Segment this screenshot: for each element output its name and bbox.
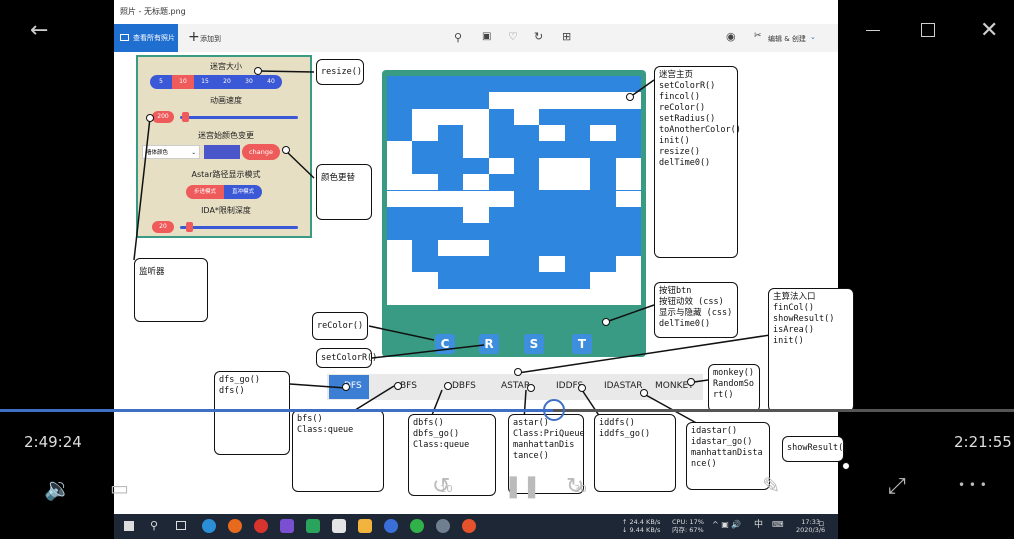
video-player: ← ✕ 照片 - 无标题.png 查看所有照片 + 添加到 ⚲ ▣ ♡ ↻ ⊞ …	[0, 0, 1014, 539]
skip-back-label: 10	[440, 484, 453, 495]
netease-music-icon[interactable]	[254, 519, 268, 533]
subtitles-icon[interactable]: ▭	[110, 476, 129, 500]
connector-dot	[626, 93, 634, 101]
edge-icon[interactable]	[202, 519, 216, 533]
connector-dot	[342, 383, 350, 391]
mem-usage: 内存: 67%	[672, 526, 704, 534]
connector-dot	[254, 67, 262, 75]
pen-icon[interactable]: ✎	[762, 474, 780, 499]
note-dfs-go: dfs_go() dfs()	[214, 371, 290, 455]
note-buttons: 按钮btn 按钮动效 (css) 显示与隐藏 (css) delTime0()	[654, 282, 738, 338]
skip-forward-label: 30	[574, 484, 587, 495]
net-down: ↓ 9.44 KB/s	[622, 526, 661, 534]
task-view-icon[interactable]	[176, 521, 186, 530]
start-icon[interactable]	[124, 521, 134, 531]
keyboard-icon[interactable]: ⌨	[772, 521, 784, 529]
pause-icon[interactable]: ❚❚	[504, 474, 541, 499]
note-recolor: reColor()	[312, 312, 368, 340]
progress-thumb[interactable]	[543, 399, 565, 421]
photos-window: 照片 - 无标题.png 查看所有照片 + 添加到 ⚲ ▣ ♡ ↻ ⊞ ◉ ✂ …	[114, 0, 854, 514]
folder-icon[interactable]	[358, 519, 372, 533]
note-maze-home: 迷宫主页 setColorR() fincol() reColor() setR…	[654, 66, 741, 258]
note-color-change: 颜色更替	[316, 164, 372, 220]
fullscreen-icon[interactable]: ⤢	[888, 474, 906, 499]
system-stats: CPU: 17% 内存: 67%	[672, 518, 704, 534]
tray-icons[interactable]: ^ ▣ 🔊	[712, 521, 741, 529]
ime-indicator[interactable]: 中	[754, 521, 763, 530]
firefox-icon[interactable]	[228, 519, 242, 533]
app-icon[interactable]	[384, 519, 398, 533]
note-iddfs: iddfs() iddfs_go()	[594, 414, 676, 492]
remaining-time: 2:21:55	[954, 433, 1012, 451]
net-speed: ↑ 24.4 KB/s ↓ 9.44 KB/s	[622, 518, 660, 534]
maximize-icon[interactable]	[921, 23, 935, 37]
app-icon[interactable]	[306, 519, 320, 533]
note-resize: resize()	[316, 59, 364, 85]
connector-dot	[394, 382, 402, 390]
app-icon[interactable]	[436, 519, 450, 533]
cpu-usage: CPU: 17%	[672, 518, 704, 526]
volume-icon[interactable]: 🔉	[44, 477, 71, 502]
net-up: ↑ 24.4 KB/s	[622, 518, 661, 526]
note-idastar: idastar() idastar_go() manhattanDista nc…	[686, 422, 770, 490]
progress-fill	[0, 409, 553, 412]
note-show-result: showResult()	[782, 436, 848, 462]
connector-dot	[602, 318, 610, 326]
search-icon[interactable]: ⚲	[150, 519, 158, 532]
connector-dot	[527, 384, 535, 392]
connector-dot	[687, 378, 695, 386]
chrome-icon[interactable]	[462, 519, 476, 533]
note-monkey: monkey() RandomSo rt()	[708, 364, 760, 412]
connector-dot	[578, 384, 586, 392]
connector-dot	[444, 382, 452, 390]
minimize-icon[interactable]	[866, 30, 880, 31]
notification-icon[interactable]: ▫	[818, 520, 824, 529]
connector-dot	[640, 389, 648, 397]
connector-dot	[146, 114, 154, 122]
skip-forward-button[interactable]: ↻ 30	[566, 474, 587, 499]
note-listener: 监听器	[134, 258, 208, 322]
app-icon[interactable]	[280, 519, 294, 533]
note-bfs: bfs() Class:queue	[292, 410, 384, 492]
elapsed-time: 2:49:24	[24, 433, 82, 451]
wechat-icon[interactable]	[410, 519, 424, 533]
connector-dot	[282, 146, 290, 154]
connector-dot	[842, 462, 850, 470]
back-arrow-icon[interactable]: ←	[30, 20, 48, 42]
note-main-entry: 主算法入口 finCol() showResult() isArea() ini…	[768, 288, 854, 412]
skip-back-button[interactable]: ↺ 10	[432, 474, 453, 499]
note-setcolor: setColorR()	[316, 348, 377, 368]
close-icon[interactable]: ✕	[980, 20, 998, 42]
connector-dot	[514, 368, 522, 376]
more-button[interactable]: • • •	[958, 478, 987, 492]
photos-app-icon[interactable]	[332, 519, 346, 533]
